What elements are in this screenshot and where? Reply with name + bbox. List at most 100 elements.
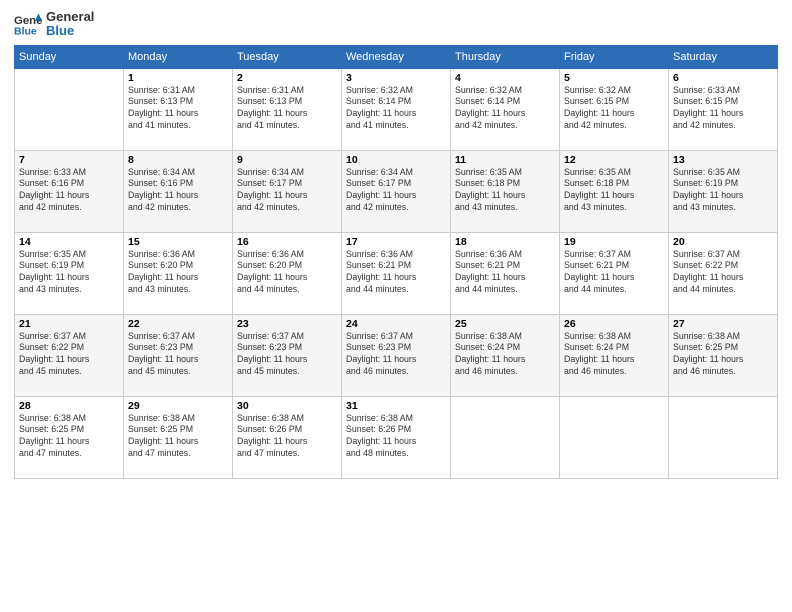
logo-general: General — [46, 10, 94, 24]
calendar-cell: 25Sunrise: 6:38 AM Sunset: 6:24 PM Dayli… — [451, 314, 560, 396]
calendar-cell: 30Sunrise: 6:38 AM Sunset: 6:26 PM Dayli… — [233, 396, 342, 478]
calendar-cell: 5Sunrise: 6:32 AM Sunset: 6:15 PM Daylig… — [560, 68, 669, 150]
calendar-week-1: 1Sunrise: 6:31 AM Sunset: 6:13 PM Daylig… — [15, 68, 778, 150]
day-detail: Sunrise: 6:37 AM Sunset: 6:23 PM Dayligh… — [128, 331, 228, 379]
day-number: 25 — [455, 318, 555, 330]
day-detail: Sunrise: 6:38 AM Sunset: 6:26 PM Dayligh… — [237, 413, 337, 461]
day-number: 12 — [564, 154, 664, 166]
header-cell-thursday: Thursday — [451, 45, 560, 68]
day-number: 20 — [673, 236, 773, 248]
day-detail: Sunrise: 6:38 AM Sunset: 6:25 PM Dayligh… — [128, 413, 228, 461]
header-cell-wednesday: Wednesday — [342, 45, 451, 68]
day-detail: Sunrise: 6:38 AM Sunset: 6:24 PM Dayligh… — [455, 331, 555, 379]
calendar-body: 1Sunrise: 6:31 AM Sunset: 6:13 PM Daylig… — [15, 68, 778, 478]
calendar-header: SundayMondayTuesdayWednesdayThursdayFrid… — [15, 45, 778, 68]
day-detail: Sunrise: 6:32 AM Sunset: 6:14 PM Dayligh… — [346, 85, 446, 133]
day-number: 16 — [237, 236, 337, 248]
header-cell-tuesday: Tuesday — [233, 45, 342, 68]
calendar-week-3: 14Sunrise: 6:35 AM Sunset: 6:19 PM Dayli… — [15, 232, 778, 314]
day-number: 30 — [237, 400, 337, 412]
day-number: 6 — [673, 72, 773, 84]
day-number: 5 — [564, 72, 664, 84]
calendar-cell: 17Sunrise: 6:36 AM Sunset: 6:21 PM Dayli… — [342, 232, 451, 314]
calendar-page: General Blue General Blue SundayMondayTu… — [0, 0, 792, 612]
day-number: 26 — [564, 318, 664, 330]
calendar-cell: 8Sunrise: 6:34 AM Sunset: 6:16 PM Daylig… — [124, 150, 233, 232]
day-number: 22 — [128, 318, 228, 330]
day-detail: Sunrise: 6:37 AM Sunset: 6:21 PM Dayligh… — [564, 249, 664, 297]
day-number: 2 — [237, 72, 337, 84]
day-detail: Sunrise: 6:35 AM Sunset: 6:18 PM Dayligh… — [455, 167, 555, 215]
day-number: 15 — [128, 236, 228, 248]
svg-text:Blue: Blue — [14, 26, 37, 38]
calendar-cell: 18Sunrise: 6:36 AM Sunset: 6:21 PM Dayli… — [451, 232, 560, 314]
day-detail: Sunrise: 6:38 AM Sunset: 6:26 PM Dayligh… — [346, 413, 446, 461]
calendar-week-5: 28Sunrise: 6:38 AM Sunset: 6:25 PM Dayli… — [15, 396, 778, 478]
calendar-cell: 7Sunrise: 6:33 AM Sunset: 6:16 PM Daylig… — [15, 150, 124, 232]
calendar-cell: 10Sunrise: 6:34 AM Sunset: 6:17 PM Dayli… — [342, 150, 451, 232]
day-detail: Sunrise: 6:32 AM Sunset: 6:14 PM Dayligh… — [455, 85, 555, 133]
calendar-cell: 9Sunrise: 6:34 AM Sunset: 6:17 PM Daylig… — [233, 150, 342, 232]
logo: General Blue General Blue — [14, 10, 94, 39]
day-detail: Sunrise: 6:37 AM Sunset: 6:23 PM Dayligh… — [237, 331, 337, 379]
header-cell-sunday: Sunday — [15, 45, 124, 68]
header-row: SundayMondayTuesdayWednesdayThursdayFrid… — [15, 45, 778, 68]
calendar-cell: 13Sunrise: 6:35 AM Sunset: 6:19 PM Dayli… — [669, 150, 778, 232]
calendar-cell: 24Sunrise: 6:37 AM Sunset: 6:23 PM Dayli… — [342, 314, 451, 396]
day-number: 13 — [673, 154, 773, 166]
day-number: 10 — [346, 154, 446, 166]
day-number: 21 — [19, 318, 119, 330]
day-detail: Sunrise: 6:38 AM Sunset: 6:24 PM Dayligh… — [564, 331, 664, 379]
calendar-cell: 1Sunrise: 6:31 AM Sunset: 6:13 PM Daylig… — [124, 68, 233, 150]
day-detail: Sunrise: 6:33 AM Sunset: 6:15 PM Dayligh… — [673, 85, 773, 133]
calendar-cell: 27Sunrise: 6:38 AM Sunset: 6:25 PM Dayli… — [669, 314, 778, 396]
day-detail: Sunrise: 6:35 AM Sunset: 6:19 PM Dayligh… — [673, 167, 773, 215]
day-detail: Sunrise: 6:37 AM Sunset: 6:23 PM Dayligh… — [346, 331, 446, 379]
header-cell-friday: Friday — [560, 45, 669, 68]
day-number: 7 — [19, 154, 119, 166]
day-detail: Sunrise: 6:34 AM Sunset: 6:16 PM Dayligh… — [128, 167, 228, 215]
logo-icon: General Blue — [14, 10, 42, 38]
calendar-cell — [669, 396, 778, 478]
day-number: 1 — [128, 72, 228, 84]
day-detail: Sunrise: 6:32 AM Sunset: 6:15 PM Dayligh… — [564, 85, 664, 133]
calendar-cell: 31Sunrise: 6:38 AM Sunset: 6:26 PM Dayli… — [342, 396, 451, 478]
day-detail: Sunrise: 6:36 AM Sunset: 6:21 PM Dayligh… — [455, 249, 555, 297]
logo-blue: Blue — [46, 24, 94, 38]
day-number: 19 — [564, 236, 664, 248]
calendar-cell: 20Sunrise: 6:37 AM Sunset: 6:22 PM Dayli… — [669, 232, 778, 314]
day-detail: Sunrise: 6:34 AM Sunset: 6:17 PM Dayligh… — [237, 167, 337, 215]
day-number: 11 — [455, 154, 555, 166]
day-detail: Sunrise: 6:37 AM Sunset: 6:22 PM Dayligh… — [673, 249, 773, 297]
day-detail: Sunrise: 6:38 AM Sunset: 6:25 PM Dayligh… — [19, 413, 119, 461]
calendar-cell: 15Sunrise: 6:36 AM Sunset: 6:20 PM Dayli… — [124, 232, 233, 314]
day-number: 24 — [346, 318, 446, 330]
calendar-cell: 11Sunrise: 6:35 AM Sunset: 6:18 PM Dayli… — [451, 150, 560, 232]
header-cell-saturday: Saturday — [669, 45, 778, 68]
calendar-cell: 16Sunrise: 6:36 AM Sunset: 6:20 PM Dayli… — [233, 232, 342, 314]
calendar-cell: 14Sunrise: 6:35 AM Sunset: 6:19 PM Dayli… — [15, 232, 124, 314]
day-number: 31 — [346, 400, 446, 412]
calendar-cell: 12Sunrise: 6:35 AM Sunset: 6:18 PM Dayli… — [560, 150, 669, 232]
day-number: 28 — [19, 400, 119, 412]
day-detail: Sunrise: 6:36 AM Sunset: 6:20 PM Dayligh… — [237, 249, 337, 297]
day-number: 3 — [346, 72, 446, 84]
calendar-cell: 26Sunrise: 6:38 AM Sunset: 6:24 PM Dayli… — [560, 314, 669, 396]
day-number: 18 — [455, 236, 555, 248]
calendar-cell — [560, 396, 669, 478]
day-number: 14 — [19, 236, 119, 248]
day-number: 4 — [455, 72, 555, 84]
calendar-cell: 23Sunrise: 6:37 AM Sunset: 6:23 PM Dayli… — [233, 314, 342, 396]
calendar-cell: 28Sunrise: 6:38 AM Sunset: 6:25 PM Dayli… — [15, 396, 124, 478]
calendar-cell: 2Sunrise: 6:31 AM Sunset: 6:13 PM Daylig… — [233, 68, 342, 150]
day-detail: Sunrise: 6:35 AM Sunset: 6:18 PM Dayligh… — [564, 167, 664, 215]
calendar-cell — [15, 68, 124, 150]
day-detail: Sunrise: 6:31 AM Sunset: 6:13 PM Dayligh… — [128, 85, 228, 133]
calendar-week-2: 7Sunrise: 6:33 AM Sunset: 6:16 PM Daylig… — [15, 150, 778, 232]
day-number: 23 — [237, 318, 337, 330]
day-number: 17 — [346, 236, 446, 248]
day-detail: Sunrise: 6:38 AM Sunset: 6:25 PM Dayligh… — [673, 331, 773, 379]
day-detail: Sunrise: 6:36 AM Sunset: 6:21 PM Dayligh… — [346, 249, 446, 297]
calendar-cell: 6Sunrise: 6:33 AM Sunset: 6:15 PM Daylig… — [669, 68, 778, 150]
calendar-cell: 4Sunrise: 6:32 AM Sunset: 6:14 PM Daylig… — [451, 68, 560, 150]
